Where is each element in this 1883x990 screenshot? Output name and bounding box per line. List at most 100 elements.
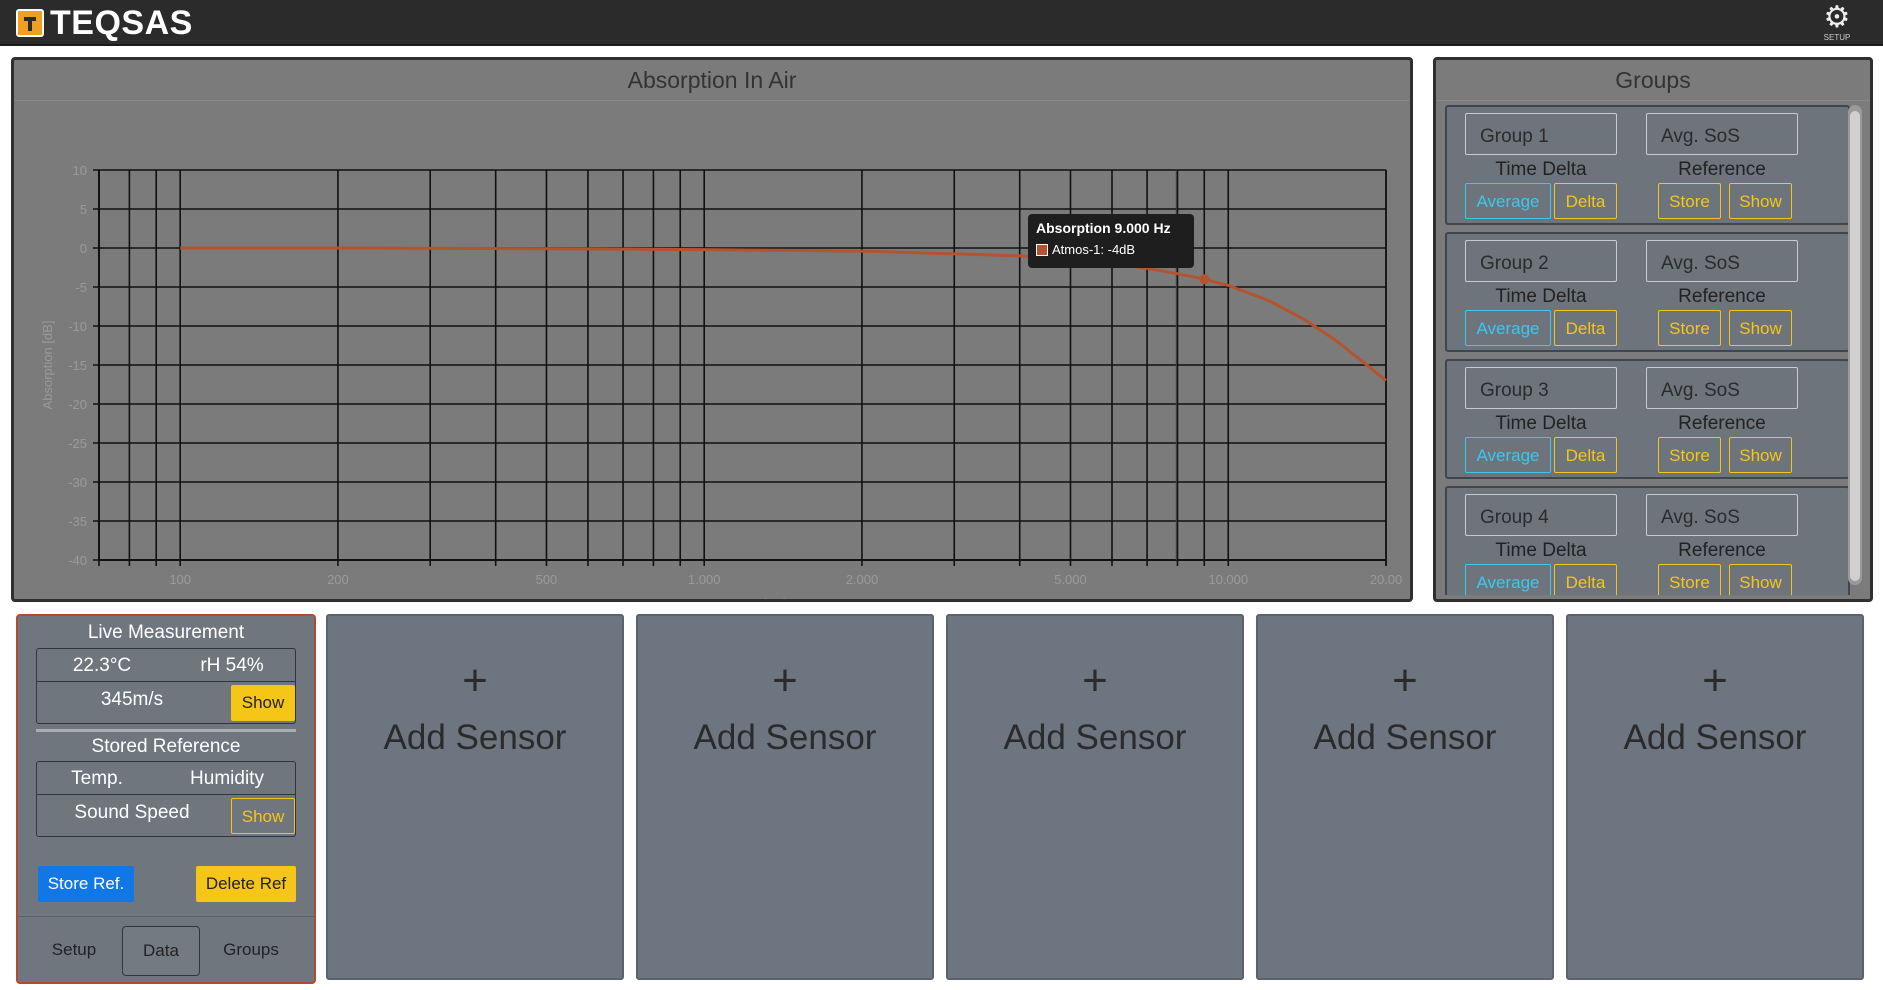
x-tick-label: 500 [536,572,558,587]
plus-icon: + [1392,656,1418,705]
y-tick-label: -15 [68,358,87,373]
stored-humidity: Humidity [190,768,264,789]
average-button[interactable]: Average [1465,564,1551,595]
y-tick-label: 10 [73,163,87,178]
reference-label: Reference [1678,286,1766,307]
x-tick-label: 10.000 [1208,572,1248,587]
reference-label: Reference [1678,540,1766,561]
live-humidity: rH 54% [200,655,264,676]
group-card: Group 2 Avg. SoS Time Delta Reference Av… [1445,232,1850,352]
y-tick-label: -25 [68,436,87,451]
tooltip-title: Absorption 9.000 Hz [1036,220,1171,236]
add-sensor-button[interactable]: + Add Sensor [946,614,1244,980]
reference-label: Reference [1678,413,1766,434]
delta-button[interactable]: Delta [1554,564,1617,595]
highlight-point [1199,274,1210,285]
stored-values-box: Temp. Humidity Sound Speed Show [36,761,296,837]
tab-groups[interactable]: Groups [214,940,288,962]
plus-icon: + [1082,656,1108,705]
logo-mark-icon [16,9,44,37]
y-tick-label: -40 [68,553,87,568]
section-divider [36,729,296,732]
groups-title: Groups [1436,60,1870,101]
live-values-box: 22.3°C rH 54% 345m/s Show [36,648,296,724]
plus-icon: + [772,656,798,705]
y-tick-label: 0 [80,241,87,256]
time-delta-label: Time Delta [1495,413,1587,434]
x-tick-label: 100 [169,572,191,587]
group-card: Group 1 Avg. SoS Time Delta Reference Av… [1445,105,1850,225]
y-tick-label: -5 [75,280,87,295]
live-measurement-title: Live Measurement [87,622,245,643]
tab-data[interactable]: Data [122,926,200,976]
top-bar: TEQSAS ⚙ SETUP [0,0,1883,46]
plus-icon: + [1702,656,1728,705]
x-tick-label: 200 [327,572,349,587]
store-ref-button[interactable]: Store Ref. [38,866,134,902]
average-button[interactable]: Average [1465,310,1551,346]
chart-panel: Absorption In Air 10 5 0 -5 -10 -15 -20 -25 -30 -… [11,57,1413,602]
time-delta-label: Time Delta [1495,159,1587,180]
show-button[interactable]: Show [1729,564,1792,595]
series-swatch-icon [1036,243,1048,256]
brand-name: TEQSAS [50,3,193,42]
x-tick-label: 20.00 [1370,572,1403,587]
reference-label: Reference [1678,159,1766,180]
series-line-atmos-1 [180,246,1387,382]
y-tick-label: -10 [68,319,87,334]
y-tick-label: -30 [68,475,87,490]
tooltip-entry-row: Atmos-1: -4dB [1036,242,1186,257]
stored-reference-title: Stored Reference [91,736,241,757]
add-sensor-label: Add Sensor [1313,718,1497,757]
live-show-button[interactable]: Show [231,685,295,721]
add-sensor-label: Add Sensor [1623,718,1807,757]
store-button[interactable]: Store [1658,310,1721,346]
absorption-chart[interactable]: 10 5 0 -5 -10 -15 -20 -25 -30 -35 -40 100 200 500 1.00… [14,100,1410,599]
time-delta-label: Time Delta [1495,540,1587,561]
add-sensor-label: Add Sensor [383,718,567,757]
store-button[interactable]: Store [1658,183,1721,219]
add-sensor-button[interactable]: + Add Sensor [326,614,624,980]
avg-sos-field[interactable]: Avg. SoS [1646,240,1798,282]
y-tick-label: 5 [80,202,87,217]
y-tick-label: -20 [68,397,87,412]
group-name-field[interactable]: Group 4 [1465,494,1617,536]
show-button[interactable]: Show [1729,437,1792,473]
add-sensor-button[interactable]: + Add Sensor [1256,614,1554,980]
add-sensor-label: Add Sensor [1003,718,1187,757]
avg-sos-field[interactable]: Avg. SoS [1646,367,1798,409]
plus-icon: + [462,656,488,705]
avg-sos-field[interactable]: Avg. SoS [1646,113,1798,155]
group-card: Group 3 Avg. SoS Time Delta Reference Av… [1445,359,1850,479]
tab-setup[interactable]: Setup [38,940,110,962]
setup-button[interactable]: ⚙ SETUP [1817,3,1857,45]
tooltip-entry: Atmos-1: -4dB [1052,242,1136,257]
store-button[interactable]: Store [1658,437,1721,473]
add-sensor-button[interactable]: + Add Sensor [636,614,934,980]
groups-scrollbar-thumb[interactable] [1850,111,1860,581]
groups-scrollbar[interactable] [1848,105,1862,585]
add-sensor-label: Add Sensor [693,718,877,757]
add-sensor-button[interactable]: + Add Sensor [1566,614,1864,980]
x-tick-label: 2.000 [846,572,879,587]
delta-button[interactable]: Delta [1554,310,1617,346]
group-card: Group 4 Avg. SoS Time Delta Reference Av… [1445,486,1850,595]
group-name-field[interactable]: Group 3 [1465,367,1617,409]
delete-ref-button[interactable]: Delete Ref [196,866,296,902]
group-name-field[interactable]: Group 1 [1465,113,1617,155]
stored-show-button[interactable]: Show [231,798,295,834]
average-button[interactable]: Average [1465,437,1551,473]
show-button[interactable]: Show [1729,183,1792,219]
groups-list[interactable]: Group 1 Avg. SoS Time Delta Reference Av… [1445,105,1850,595]
stored-sound-speed: Sound Speed [74,802,190,823]
average-button[interactable]: Average [1465,183,1551,219]
live-temperature: 22.3°C [72,655,132,676]
avg-sos-field[interactable]: Avg. SoS [1646,494,1798,536]
group-name-field[interactable]: Group 2 [1465,240,1617,282]
time-delta-label: Time Delta [1495,286,1587,307]
show-button[interactable]: Show [1729,310,1792,346]
delta-button[interactable]: Delta [1554,437,1617,473]
delta-button[interactable]: Delta [1554,183,1617,219]
groups-panel: Groups Group 1 Avg. SoS Time Delta Refer… [1433,57,1873,602]
store-button[interactable]: Store [1658,564,1721,595]
